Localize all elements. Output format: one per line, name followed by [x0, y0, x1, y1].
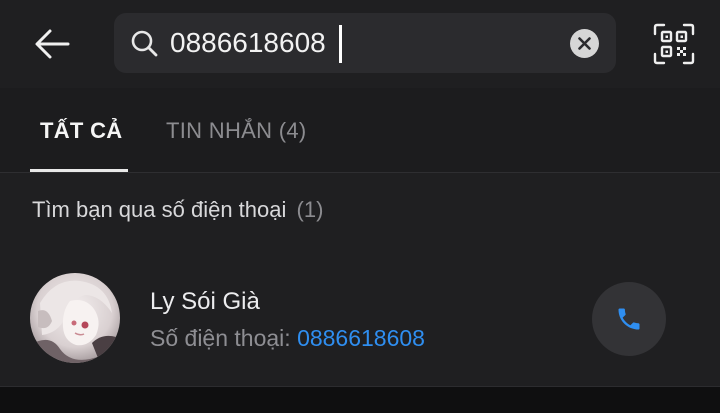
tab-messages[interactable]: TIN NHẮN (4)	[166, 118, 307, 144]
phone-number[interactable]: 0886618608	[297, 325, 425, 351]
contact-result-row[interactable]: Ly Sói Già Số điện thoại: 0886618608	[0, 250, 720, 387]
tab-bar: TẤT CẢ TIN NHẮN (4)	[0, 88, 720, 173]
back-button[interactable]	[30, 24, 74, 64]
section-count: (1)	[296, 197, 324, 222]
qr-scan-icon[interactable]	[652, 22, 696, 66]
tab-all[interactable]: TẤT CẢ	[40, 118, 122, 144]
close-icon	[578, 37, 591, 50]
phone-label: Số điện thoại:	[150, 325, 291, 351]
phone-line: Số điện thoại: 0886618608	[150, 325, 425, 352]
clear-search-button[interactable]	[570, 29, 599, 58]
arrow-left-icon	[35, 29, 70, 59]
bottom-divider	[0, 387, 720, 413]
section-header: Tìm bạn qua số điện thoại (1)	[32, 197, 323, 223]
contact-name: Ly Sói Già	[150, 288, 260, 315]
search-screen: TẤT CẢ TIN NHẮN (4) Tìm bạn qua số điện …	[0, 0, 720, 413]
active-tab-indicator	[30, 169, 128, 172]
call-button[interactable]	[592, 282, 666, 356]
top-bar	[0, 0, 720, 88]
search-icon	[131, 30, 158, 57]
search-box[interactable]	[114, 13, 616, 73]
phone-icon	[618, 308, 640, 330]
search-input[interactable]	[170, 22, 550, 64]
section-title: Tìm bạn qua số điện thoại	[32, 197, 287, 222]
avatar	[30, 273, 120, 363]
text-caret	[339, 25, 342, 63]
